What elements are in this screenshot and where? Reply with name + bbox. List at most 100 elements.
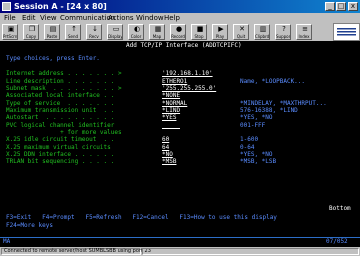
field-hint: Name, *LOOPBACK... bbox=[240, 78, 306, 85]
field-label: X.25 DDN interface . . . . . . bbox=[6, 151, 126, 158]
record-button[interactable]: ● Record bbox=[170, 24, 186, 40]
menu-edit[interactable]: Edit bbox=[22, 13, 36, 23]
field-input[interactable]: *NORMAL bbox=[162, 100, 187, 107]
field-label: Type of service . . . . . . . bbox=[6, 100, 126, 107]
connection-status: Connected to remote server/host SUMBLSBB… bbox=[4, 248, 151, 254]
toolbar-button-label: Stop bbox=[194, 34, 204, 39]
function-keys-row2[interactable]: F24=More keys bbox=[6, 222, 53, 229]
field-hint: *YES, *NO bbox=[240, 114, 273, 121]
toolbar-button-label: Display bbox=[108, 34, 122, 39]
field-label: Internet address . . . . . . . > bbox=[6, 70, 126, 77]
field-label: PVC logical channel identifier bbox=[6, 122, 126, 129]
menu-help[interactable]: Help bbox=[164, 13, 180, 23]
map-icon: ▦ bbox=[154, 25, 162, 33]
color-icon: ◐ bbox=[133, 25, 141, 33]
field-hint: 1-600 bbox=[240, 136, 259, 143]
quit-icon: ✕ bbox=[239, 25, 245, 33]
field-input[interactable]: '255.255.255.0' bbox=[162, 85, 216, 92]
menu-communication[interactable]: Communication bbox=[60, 13, 115, 23]
toolbar-button-label: Copy bbox=[25, 34, 37, 39]
field-input[interactable] bbox=[162, 122, 180, 129]
field-hint: *YES, *NO bbox=[240, 151, 273, 158]
field-label: Autostart . . . . . . . . . . bbox=[6, 114, 126, 121]
maximize-button[interactable]: □ bbox=[336, 2, 346, 11]
toolbar-button-label: PrtScrn bbox=[3, 34, 17, 39]
toolbar-button-label: Recv bbox=[89, 34, 99, 39]
index-button[interactable]: ≡ Index bbox=[296, 24, 312, 40]
menu-window[interactable]: Window bbox=[136, 13, 164, 23]
toolbar-button-label: Support bbox=[276, 34, 290, 39]
more-indicator: Bottom bbox=[329, 205, 351, 212]
display-icon: ▭ bbox=[112, 25, 120, 33]
copy-icon: ❐ bbox=[28, 25, 36, 33]
status-bar: Connected to remote server/host SUMBLSBB… bbox=[0, 247, 360, 256]
toolbar-button-label: Play bbox=[215, 34, 225, 39]
field-label: + for more values bbox=[6, 129, 126, 136]
field-hint: *MSB, *LSB bbox=[240, 158, 277, 165]
menu-actions[interactable]: Actions bbox=[108, 13, 134, 23]
field-input[interactable]: ETHERO1 bbox=[162, 78, 187, 85]
field-hint: 0-64 bbox=[240, 144, 255, 151]
cursor-position: 07/052 bbox=[326, 238, 348, 245]
display-button[interactable]: ▭ Display bbox=[107, 24, 123, 40]
toolbar-button-label: Color bbox=[130, 34, 142, 39]
oia-session-indicator: MA bbox=[3, 238, 11, 245]
field-label: X.25 idle circuit timeout . . bbox=[6, 136, 126, 143]
field-label: Line description . . . . . . . bbox=[6, 78, 126, 85]
paste-icon: ▤ bbox=[49, 25, 57, 33]
prtscrn-button[interactable]: ▣ PrtScrn bbox=[2, 24, 18, 40]
stop-icon: ■ bbox=[196, 25, 204, 33]
toolbar-button-label: Record bbox=[171, 34, 185, 39]
screen-title: Add TCP/IP Interface (ADDTCPIFC) bbox=[126, 42, 242, 49]
stop-button[interactable]: ■ Stop bbox=[191, 24, 207, 40]
record-icon: ● bbox=[175, 25, 183, 33]
quit-button[interactable]: ✕ Quit bbox=[233, 24, 249, 40]
field-input[interactable]: *NONE bbox=[162, 92, 180, 99]
title-bar: Session A - [24 x 80] _ □ x bbox=[0, 0, 360, 13]
field-input[interactable]: 64 bbox=[162, 144, 169, 151]
field-label: TRLAN bit sequencing . . . . . bbox=[6, 158, 126, 165]
menu-view[interactable]: View bbox=[40, 13, 57, 23]
clipbrd-button[interactable]: ▥ Clipbrd bbox=[254, 24, 270, 40]
receive-icon: ↓ bbox=[92, 25, 98, 33]
field-input[interactable]: '192.168.1.10' bbox=[162, 70, 213, 77]
field-label: Subnet mask . . . . . . . . . > bbox=[6, 85, 126, 92]
menu-bar: File Edit View Communication Actions Win… bbox=[0, 13, 360, 23]
instructions: Type choices, press Enter. bbox=[6, 55, 100, 62]
printer-icon: ▣ bbox=[7, 25, 15, 33]
field-input[interactable]: 60 bbox=[162, 136, 169, 143]
field-input[interactable]: *NO bbox=[162, 151, 173, 158]
minimize-button[interactable]: _ bbox=[325, 2, 335, 11]
field-label: Associated local interface . . bbox=[6, 92, 126, 99]
toolbar-button-label: Clipbrd bbox=[255, 34, 269, 39]
recv-button[interactable]: ↓ Recv bbox=[86, 24, 102, 40]
field-label: X.25 maximum virtual circuits bbox=[6, 144, 126, 151]
field-hint: *MINDELAY, *MAXTHRPUT... bbox=[240, 100, 327, 107]
send-icon: ↑ bbox=[71, 25, 77, 33]
field-input[interactable]: *YES bbox=[162, 114, 176, 121]
window-title: Session A - [24 x 80] bbox=[14, 2, 107, 11]
send-button[interactable]: ↑ Send bbox=[65, 24, 81, 40]
menu-file[interactable]: File bbox=[4, 13, 16, 23]
operator-info-area: MA 07/052 bbox=[0, 237, 360, 247]
toolbar: ▣ PrtScrn ❐ Copy ▤ Paste ↑ Send ↓ Recv ▭ Display ◐ Co… bbox=[0, 23, 360, 42]
play-button[interactable]: ▶ Play bbox=[212, 24, 228, 40]
toolbar-button-label: Index bbox=[298, 34, 310, 39]
close-button[interactable]: x bbox=[348, 2, 358, 11]
status-pane-empty bbox=[142, 248, 359, 255]
field-input[interactable]: *LIND bbox=[162, 107, 180, 114]
field-hint: 576-16388, *LIND bbox=[240, 107, 298, 114]
ibm-logo bbox=[333, 23, 360, 41]
clipboard-icon: ▥ bbox=[259, 25, 267, 33]
color-button[interactable]: ◐ Color bbox=[128, 24, 144, 40]
session-icon[interactable] bbox=[2, 2, 11, 11]
field-input[interactable]: *MSB bbox=[162, 158, 176, 165]
field-label: Maximum transmission unit . . bbox=[6, 107, 126, 114]
copy-button[interactable]: ❐ Copy bbox=[23, 24, 39, 40]
function-keys-row1[interactable]: F3=Exit F4=Prompt F5=Refresh F12=Cancel … bbox=[6, 214, 277, 221]
support-button[interactable]: ?Support bbox=[275, 24, 291, 40]
paste-button[interactable]: ▤ Paste bbox=[44, 24, 60, 40]
terminal-screen[interactable]: Add TCP/IP Interface (ADDTCPIFC) Type ch… bbox=[0, 41, 360, 237]
map-button[interactable]: ▦ Map bbox=[149, 24, 165, 40]
toolbar-button-label: Quit bbox=[236, 34, 246, 39]
